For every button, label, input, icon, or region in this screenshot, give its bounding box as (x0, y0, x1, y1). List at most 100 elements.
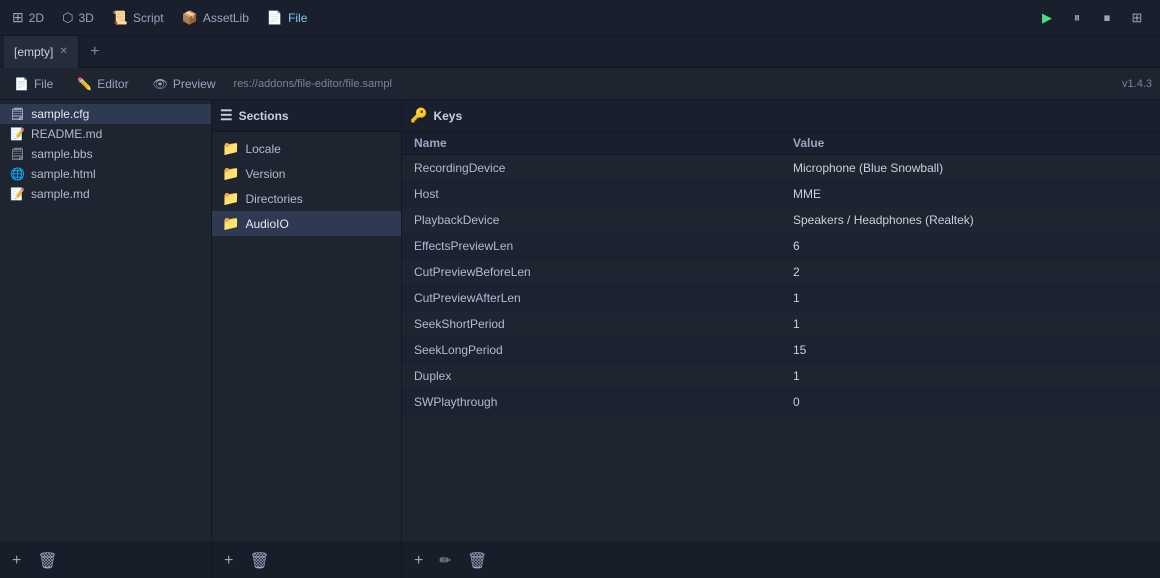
layout-button[interactable]: ⊞ (1126, 7, 1148, 29)
section-item-version[interactable]: 📁 Version (212, 161, 401, 186)
nav-file-label: File (288, 11, 307, 25)
key-value-7: 15 (781, 339, 1160, 361)
tab-bar: [empty] ✕ + (0, 36, 1160, 68)
key-row[interactable]: Host MME (402, 181, 1160, 207)
editor-toolbar-button[interactable]: ✏️ Editor (71, 74, 134, 94)
file-add-button[interactable]: + (12, 552, 21, 570)
top-bar-nav: ⊞ 2D ⬡ 3D 📜 Script 📦 AssetLib 📄 File (12, 9, 307, 26)
key-name-3: EffectsPreviewLen (402, 235, 781, 257)
md-icon-2: 📝 (10, 187, 25, 201)
nav-3d[interactable]: ⬡ 3D (62, 10, 94, 26)
breadcrumb: res://addons/file-editor/file.sampl (234, 78, 1111, 90)
version-badge: v1.4.3 (1122, 78, 1152, 90)
file-toolbar-button[interactable]: 📄 File (8, 74, 59, 94)
preview-toolbar-icon: 👁 (153, 77, 168, 91)
section-item-audioio[interactable]: 📁 AudioIO (212, 211, 401, 236)
file-item-sample-md[interactable]: 📝 sample.md (0, 184, 211, 204)
nav-script[interactable]: 📜 Script (112, 10, 164, 26)
file-toolbar-label: File (34, 77, 53, 91)
file-item-sample-bbs[interactable]: 🗒 sample.bbs (0, 144, 211, 164)
add-tab-button[interactable]: + (81, 38, 109, 66)
col-name-header: Name (402, 136, 781, 150)
file-panel-bottom: + 🗑 (0, 542, 211, 578)
script-icon: 📜 (112, 10, 128, 26)
key-name-1: Host (402, 183, 781, 205)
keys-list: RecordingDevice Microphone (Blue Snowbal… (402, 155, 1160, 542)
key-row[interactable]: EffectsPreviewLen 6 (402, 233, 1160, 259)
sections-header-label: Sections (239, 109, 289, 123)
pause-button[interactable]: ⏸ (1066, 7, 1088, 29)
main-content: 🗒 sample.cfg 📝 README.md 🗒 sample.bbs 🌐 … (0, 100, 1160, 578)
editor-toolbar-icon: ✏️ (77, 77, 92, 91)
play-button[interactable]: ▶ (1036, 7, 1058, 29)
keys-panel-bottom: + ✏ 🗑 (402, 542, 1160, 578)
key-row[interactable]: CutPreviewAfterLen 1 (402, 285, 1160, 311)
nav-2d[interactable]: ⊞ 2D (12, 9, 44, 26)
assetlib-icon: 📦 (182, 10, 198, 26)
close-tab-icon[interactable]: ✕ (59, 46, 67, 57)
key-value-6: 1 (781, 313, 1160, 335)
layout-icon: ⊞ (1132, 10, 1143, 26)
key-row[interactable]: CutPreviewBeforeLen 2 (402, 259, 1160, 285)
md-icon-1: 📝 (10, 127, 25, 141)
key-row[interactable]: PlaybackDevice Speakers / Headphones (Re… (402, 207, 1160, 233)
key-value-8: 1 (781, 365, 1160, 387)
nav-assetlib[interactable]: 📦 AssetLib (182, 10, 249, 26)
play-icon: ▶ (1042, 10, 1052, 26)
tab-empty[interactable]: [empty] ✕ (4, 36, 79, 68)
section-item-directories[interactable]: 📁 Directories (212, 186, 401, 211)
top-bar-controls: ▶ ⏸ ⏹ ⊞ (1036, 7, 1148, 29)
editor-toolbar-label: Editor (97, 77, 128, 91)
section-item-locale[interactable]: 📁 Locale (212, 136, 401, 161)
key-name-7: SeekLongPeriod (402, 339, 781, 361)
file-delete-button[interactable]: 🗑 (37, 551, 57, 571)
preview-toolbar-label: Preview (173, 77, 216, 91)
sections-header: ☰ Sections (212, 100, 401, 132)
file-list: 🗒 sample.cfg 📝 README.md 🗒 sample.bbs 🌐 … (0, 100, 211, 542)
key-row[interactable]: Duplex 1 (402, 363, 1160, 389)
keys-header: 🔑 Keys (402, 100, 1160, 132)
key-value-4: 2 (781, 261, 1160, 283)
file-item-label: sample.html (31, 167, 96, 181)
file-panel: 🗒 sample.cfg 📝 README.md 🗒 sample.bbs 🌐 … (0, 100, 212, 578)
key-add-button[interactable]: + (414, 552, 423, 570)
file-item-readme-md[interactable]: 📝 README.md (0, 124, 211, 144)
stop-button[interactable]: ⏹ (1096, 7, 1118, 29)
keys-header-icon: 🔑 (410, 107, 427, 124)
locale-folder-icon: 📁 (222, 140, 239, 157)
section-add-button[interactable]: + (224, 552, 233, 570)
nav-file[interactable]: 📄 File (267, 10, 308, 26)
key-row[interactable]: SWPlaythrough 0 (402, 389, 1160, 415)
section-list: 📁 Locale 📁 Version 📁 Directories 📁 Audio… (212, 132, 401, 542)
keys-header-label: Keys (433, 109, 462, 123)
directories-folder-icon: 📁 (222, 190, 239, 207)
key-value-3: 6 (781, 235, 1160, 257)
file-item-label: sample.bbs (31, 147, 92, 161)
key-row[interactable]: SeekLongPeriod 15 (402, 337, 1160, 363)
keys-panel: 🔑 Keys Name Value RecordingDevice Microp… (402, 100, 1160, 578)
sections-panel-bottom: + 🗑 (212, 542, 401, 578)
key-name-6: SeekShortPeriod (402, 313, 781, 335)
section-item-label: AudioIO (245, 217, 288, 231)
nav-assetlib-label: AssetLib (203, 11, 249, 25)
nav-3d-label: 3D (78, 11, 93, 25)
col-value-header: Value (781, 136, 1160, 150)
key-name-0: RecordingDevice (402, 157, 781, 179)
section-delete-button[interactable]: 🗑 (249, 551, 269, 571)
key-row[interactable]: SeekShortPeriod 1 (402, 311, 1160, 337)
version-folder-icon: 📁 (222, 165, 239, 182)
file-item-sample-html[interactable]: 🌐 sample.html (0, 164, 211, 184)
key-row[interactable]: RecordingDevice Microphone (Blue Snowbal… (402, 155, 1160, 181)
file-item-label: sample.md (31, 187, 90, 201)
file-item-label: README.md (31, 127, 102, 141)
key-value-9: 0 (781, 391, 1160, 413)
file-item-sample-cfg[interactable]: 🗒 sample.cfg (0, 104, 211, 124)
sections-header-icon: ☰ (220, 107, 233, 124)
preview-toolbar-button[interactable]: 👁 Preview (147, 74, 222, 94)
key-delete-button[interactable]: 🗑 (467, 551, 487, 571)
key-name-2: PlaybackDevice (402, 209, 781, 231)
section-item-label: Locale (245, 142, 280, 156)
key-name-4: CutPreviewBeforeLen (402, 261, 781, 283)
key-edit-button[interactable]: ✏ (439, 552, 451, 569)
stop-icon: ⏹ (1104, 10, 1111, 26)
